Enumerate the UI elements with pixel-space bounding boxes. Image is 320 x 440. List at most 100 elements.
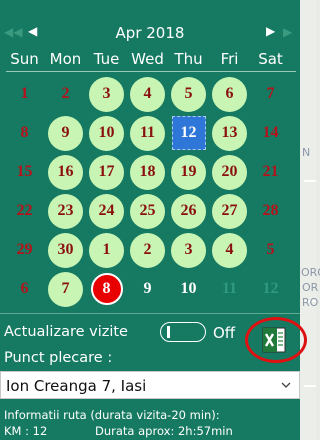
visit-planner-panel: ◀◀ ◀ Apr 2018 ▶ ▶ Sun Mon Tue Wed Thu Fri Sat … xyxy=(0,0,307,440)
section-divider xyxy=(0,313,300,314)
calendar-day-avail: 5 xyxy=(171,76,206,112)
calendar-day-plain-red: 22 xyxy=(16,202,33,219)
start-point-select[interactable]: Ion Creanga 7, Iasi xyxy=(0,371,300,399)
month-title: Apr 2018 xyxy=(115,24,185,42)
weekday-label: Mon xyxy=(49,50,82,68)
calendar-day-cell[interactable]: 7 xyxy=(45,271,86,307)
calendar-day-selected: 12 xyxy=(171,116,206,150)
calendar-day-cell[interactable]: 9 xyxy=(127,271,168,307)
calendar-day-avail: 24 xyxy=(89,193,124,229)
calendar-day-cell[interactable]: 26 xyxy=(168,193,209,229)
calendar-day-plain-red: 5 xyxy=(266,241,275,258)
calendar-day-cell[interactable]: 5 xyxy=(168,76,209,112)
calendar-day-cell[interactable]: 10 xyxy=(86,115,127,151)
calendar-day-cell[interactable]: 7 xyxy=(250,76,291,112)
update-visits-label: Actualizare vizite xyxy=(4,324,128,340)
calendar-header: ◀◀ ◀ Apr 2018 ▶ ▶ xyxy=(0,22,300,44)
calendar-day-avail: 27 xyxy=(212,193,247,229)
calendar-day-cell[interactable]: 6 xyxy=(209,76,250,112)
route-km: KM : 12 xyxy=(4,424,48,438)
map-background[interactable] xyxy=(300,0,316,440)
calendar-day-avail: 26 xyxy=(171,193,206,229)
next-month-button[interactable]: ▶ xyxy=(266,24,275,38)
calendar-day-cell[interactable]: 8 xyxy=(86,271,127,307)
highlight-ring xyxy=(245,317,307,363)
calendar-day-cell[interactable]: 2 xyxy=(127,232,168,268)
calendar-day-cell[interactable]: 30 xyxy=(45,232,86,268)
calendar-day-plain-red: 29 xyxy=(16,241,33,258)
calendar-day-plain-red: 2 xyxy=(61,85,70,102)
calendar-day-faded: 12 xyxy=(262,280,279,297)
route-duration: Durata aprox: 2h:57min xyxy=(95,424,233,438)
calendar-day-cell[interactable]: 13 xyxy=(209,115,250,151)
map-label: OR xyxy=(302,281,319,294)
weekday-header: Sun Mon Tue Wed Thu Fri Sat xyxy=(4,50,292,70)
calendar-day-cell[interactable]: 2 xyxy=(45,76,86,112)
calendar-day-plain-red: 1 xyxy=(20,85,29,102)
calendar-day-plain-red: 7 xyxy=(266,85,275,102)
calendar-day-faded: 11 xyxy=(221,280,238,297)
route-info-title: Informatii ruta (durata vizita-20 min): xyxy=(4,408,220,422)
weekday-label: Wed xyxy=(131,50,164,68)
calendar-day-cell[interactable]: 12 xyxy=(168,115,209,151)
calendar-day-cell[interactable]: 3 xyxy=(86,76,127,112)
calendar-day-cell[interactable]: 16 xyxy=(45,154,86,190)
calendar-day-avail: 30 xyxy=(48,232,83,268)
calendar-day-cell[interactable]: 6 xyxy=(4,271,45,307)
calendar-day-cell[interactable]: 17 xyxy=(86,154,127,190)
calendar-day-cell[interactable]: 4 xyxy=(209,232,250,268)
next-year-icon[interactable]: ▶ xyxy=(283,25,292,39)
calendar-day-cell[interactable]: 10 xyxy=(168,271,209,307)
calendar-day-avail: 18 xyxy=(130,154,165,190)
calendar-day-cell[interactable]: 5 xyxy=(250,232,291,268)
start-point-value: Ion Creanga 7, Iasi xyxy=(6,377,147,395)
toggle-knob xyxy=(167,326,170,338)
calendar-day-cell[interactable]: 19 xyxy=(168,154,209,190)
calendar-day-avail: 19 xyxy=(171,154,206,190)
calendar-day-plain-red: 15 xyxy=(16,163,33,180)
calendar-day-cell[interactable]: 4 xyxy=(127,76,168,112)
calendar-day-cell[interactable]: 15 xyxy=(4,154,45,190)
calendar-day-cell[interactable]: 25 xyxy=(127,193,168,229)
calendar-day-cell[interactable]: 11 xyxy=(209,271,250,307)
weekday-label: Sun xyxy=(10,50,39,68)
calendar-day-cell[interactable]: 23 xyxy=(45,193,86,229)
update-visits-toggle[interactable] xyxy=(160,322,206,342)
calendar-day-avail: 13 xyxy=(212,115,247,151)
calendar-day-avail: 4 xyxy=(130,76,165,112)
calendar-day-avail: 4 xyxy=(212,232,247,268)
calendar-day-avail: 17 xyxy=(89,154,124,190)
calendar-day-plain-red: 28 xyxy=(262,202,279,219)
calendar-day-cell[interactable]: 8 xyxy=(4,115,45,151)
map-label: N xyxy=(302,146,311,159)
calendar-day-cell[interactable]: 21 xyxy=(250,154,291,190)
weekday-label: Sat xyxy=(258,50,283,68)
calendar-day-plain-white: 9 xyxy=(143,280,152,297)
calendar-day-cell[interactable]: 27 xyxy=(209,193,250,229)
calendar-day-cell[interactable]: 1 xyxy=(86,232,127,268)
calendar-day-avail: 3 xyxy=(89,76,124,112)
calendar-day-plain-red: 6 xyxy=(20,280,29,297)
calendar-day-avail: 6 xyxy=(212,76,247,112)
calendar-day-cell[interactable]: 24 xyxy=(86,193,127,229)
calendar-day-avail: 16 xyxy=(48,154,83,190)
calendar-day-cell[interactable]: 29 xyxy=(4,232,45,268)
map-road xyxy=(304,385,316,387)
start-point-label: Punct plecare : xyxy=(4,350,113,366)
calendar-day-cell[interactable]: 28 xyxy=(250,193,291,229)
calendar-day-cell[interactable]: 22 xyxy=(4,193,45,229)
calendar-day-cell[interactable]: 18 xyxy=(127,154,168,190)
weekday-label: Thu xyxy=(174,50,203,68)
calendar-day-avail: 23 xyxy=(48,193,83,229)
calendar-day-cell[interactable]: 3 xyxy=(168,232,209,268)
calendar-day-plain-red: 21 xyxy=(262,163,279,180)
calendar-day-cell[interactable]: 1 xyxy=(4,76,45,112)
calendar-day-avail: 11 xyxy=(130,115,165,151)
calendar-day-cell[interactable]: 12 xyxy=(250,271,291,307)
calendar-day-cell[interactable]: 20 xyxy=(209,154,250,190)
calendar-day-avail: 1 xyxy=(89,232,124,268)
calendar-day-avail: 2 xyxy=(130,232,165,268)
calendar-day-cell[interactable]: 9 xyxy=(45,115,86,151)
calendar-day-cell[interactable]: 11 xyxy=(127,115,168,151)
calendar-day-cell[interactable]: 14 xyxy=(250,115,291,151)
